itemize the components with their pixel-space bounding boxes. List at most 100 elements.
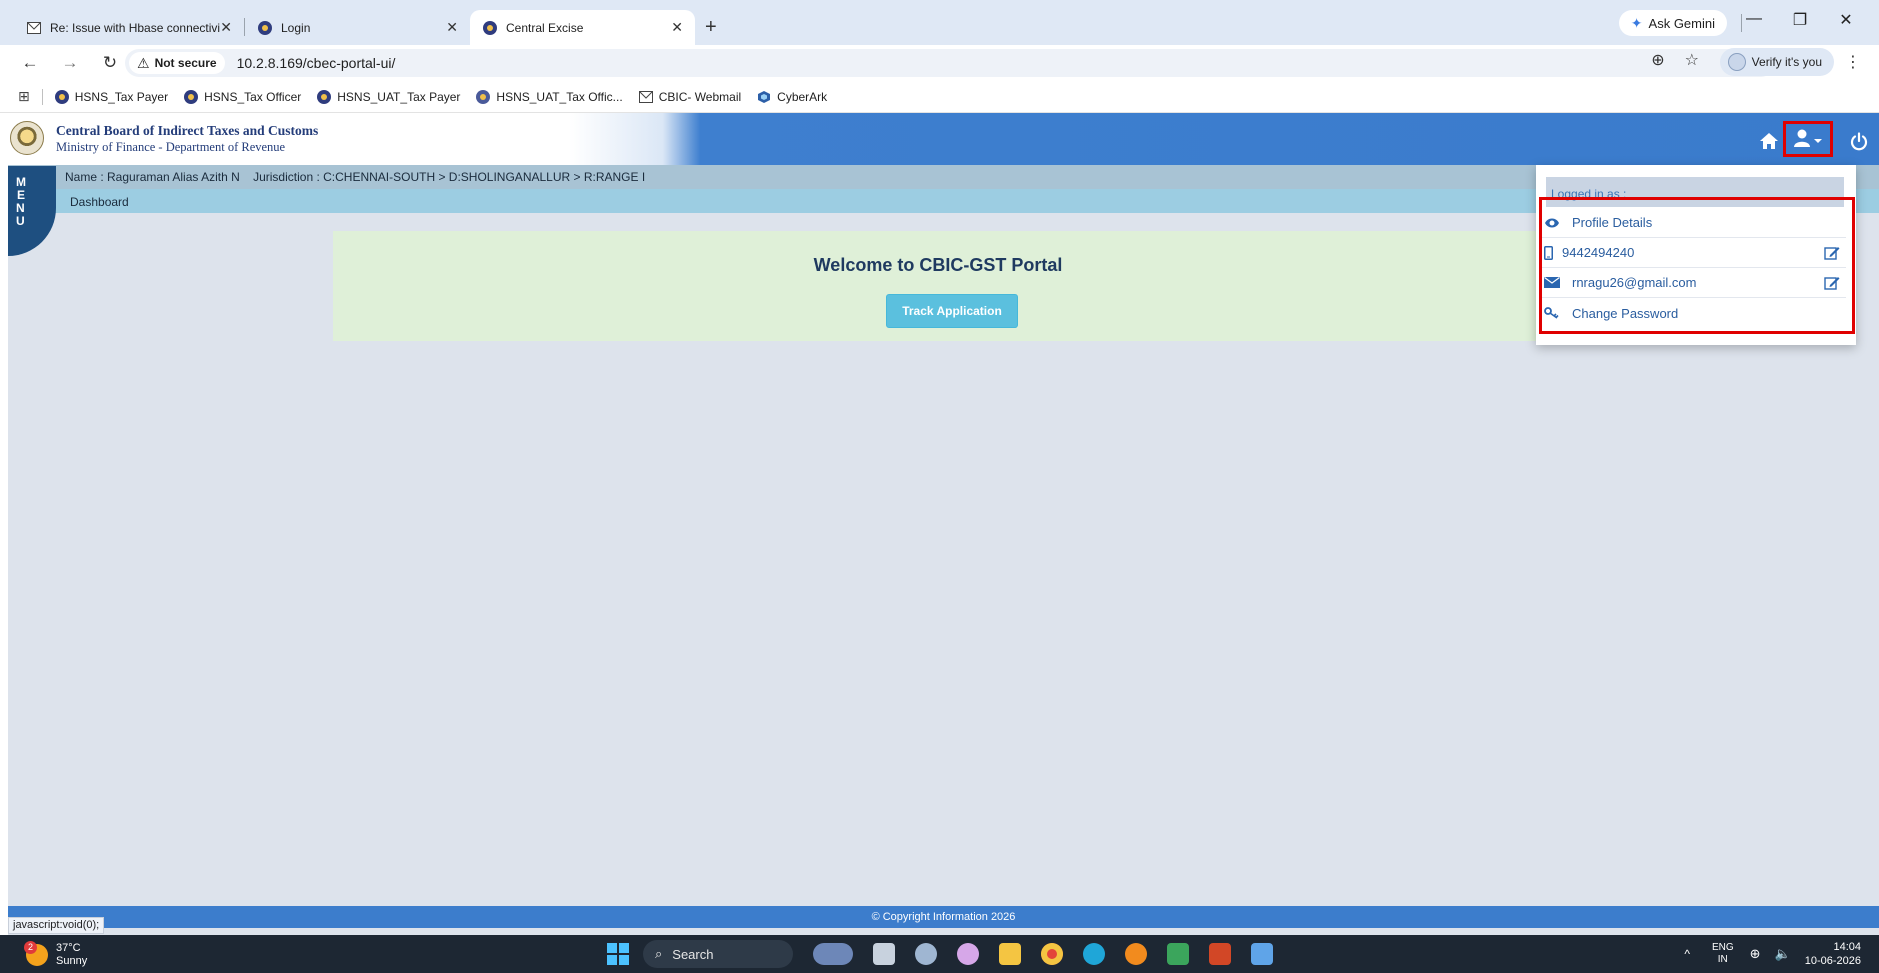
sun-icon: 2 [24,941,48,966]
back-arrow-icon[interactable]: ← [20,53,40,73]
weather-widget[interactable]: 2 37°C Sunny [24,941,87,968]
notification-badge: 2 [24,941,37,954]
close-tab-icon[interactable]: ✕ [220,19,232,36]
jurisdiction: Jurisdiction : C:CHENNAI-SOUTH > D:SHOLI… [253,170,646,184]
bookmark-item[interactable]: HSNS_Tax Officer [184,89,302,104]
excel-app-icon[interactable] [1167,943,1189,965]
bookmarks-divider [41,88,43,105]
browser-tab-central-excise[interactable]: Central Excise ✕ [470,10,695,45]
not-secure-label: Not secure [154,56,217,70]
network-icon[interactable]: ⊕ [1750,946,1761,962]
clock[interactable]: 14:04 10-06-2026 [1805,940,1861,968]
zoom-icon[interactable]: ⊕ [1651,50,1664,70]
bookmark-label: CyberArk [777,89,828,104]
breadcrumb-dashboard[interactable]: Dashboard [70,195,129,209]
user-icon [1794,129,1822,147]
close-tab-icon[interactable]: ✕ [671,19,683,36]
clock-time: 14:04 [1833,941,1861,953]
bookmark-item[interactable]: HSNS_UAT_Tax Payer [317,89,460,104]
edit-email-icon[interactable] [1824,276,1840,290]
emblem-icon [184,89,199,104]
task-view-icon[interactable] [873,943,895,965]
new-tab-button[interactable]: + [705,16,717,39]
profile-details-label: Profile Details [1572,215,1653,230]
search-label: Search [672,946,714,962]
copilot-app-icon[interactable] [957,943,979,965]
address-toolbar: ← → ↻ ⚠ Not secure 10.2.8.169/cbec-porta… [0,45,1879,81]
emblem-icon [482,20,498,36]
edge-browser-icon[interactable] [1083,943,1105,965]
mobile-number-item[interactable]: 9442494240 [1542,238,1846,268]
bookmark-star-icon[interactable]: ☆ [1685,50,1699,70]
taskbar-search[interactable]: ⌕ Search [643,940,793,968]
chrome-browser-icon[interactable] [1041,943,1063,965]
security-indicator[interactable]: ⚠ Not secure [129,52,225,74]
file-explorer-icon[interactable] [999,943,1021,965]
notepad-app-icon[interactable] [1251,943,1273,965]
volume-icon[interactable]: 🔈 [1775,946,1791,962]
edit-mobile-icon[interactable] [1824,246,1840,260]
tab-title: Re: Issue with Hbase connectivi [50,20,221,35]
profile-details-item[interactable]: Profile Details [1542,208,1846,238]
minimize-icon[interactable]: — [1731,10,1777,30]
profile-avatar-icon [1727,53,1746,71]
browser-tab-mail[interactable]: Re: Issue with Hbase connectivi ✕ [14,10,244,45]
bookmark-item[interactable]: HSNS_UAT_Tax Offic... [476,89,623,104]
bookmark-item[interactable]: HSNS_Tax Payer [54,89,169,104]
cyberark-icon [757,90,771,104]
omnibox-actions: ⊕ ☆ [1651,50,1699,70]
email-item[interactable]: rnragu26@gmail.com [1542,268,1846,298]
mail-icon [638,90,653,104]
home-icon[interactable] [1759,132,1779,150]
menu-letter: U [16,214,25,228]
welcome-panel: Welcome to CBIC-GST Portal Track Applica… [333,231,1543,341]
key-icon [1542,307,1562,319]
bookmark-item[interactable]: CBIC- Webmail [638,90,741,104]
clock-date: 10-06-2026 [1804,955,1861,967]
address-bar[interactable]: ⚠ Not secure 10.2.8.169/cbec-portal-ui/ [125,49,1775,77]
restore-icon[interactable]: ❐ [1777,10,1823,30]
apps-grid-icon[interactable]: ⊞ [18,88,30,105]
reload-icon[interactable]: ↻ [100,53,120,73]
language-indicator[interactable]: ENG IN [1712,942,1734,966]
bookmark-label: HSNS_Tax Payer [74,89,169,104]
windows-taskbar: 2 37°C Sunny ⌕ Search ^ ENG IN ⊕ 🔈 14:04… [0,935,1879,973]
gemini-spark-icon: ✦ [1630,14,1643,31]
browser-tab-login[interactable]: Login ✕ [245,10,470,45]
org-subtitle: Ministry of Finance - Department of Reve… [56,140,286,154]
firefox-browser-icon[interactable] [1125,943,1147,965]
url-text[interactable]: 10.2.8.169/cbec-portal-ui/ [237,55,396,71]
more-options-icon[interactable]: ⋮ [1845,52,1861,72]
powerpoint-app-icon[interactable] [1209,943,1231,965]
emblem-icon [317,89,332,104]
chevron-up-icon[interactable]: ^ [1684,947,1690,961]
ask-gemini-label: Ask Gemini [1648,15,1715,31]
change-password-item[interactable]: Change Password [1542,298,1846,328]
ask-gemini-button[interactable]: ✦ Ask Gemini [1618,10,1727,36]
temperature: 37°C [56,942,81,954]
windows-start-icon[interactable] [607,943,629,965]
close-window-icon[interactable]: ✕ [1823,10,1869,30]
emblem-icon [54,89,69,104]
warning-triangle-icon: ⚠ [137,54,150,71]
eye-icon [1542,217,1562,229]
power-logout-icon[interactable] [1849,132,1869,152]
user-menu-button[interactable] [1783,121,1833,157]
mail-icon [26,20,42,36]
portal-header: Central Board of Indirect Taxes and Cust… [8,113,1879,165]
bookmark-item[interactable]: CyberArk [757,90,827,104]
widgets-app-icon[interactable] [813,943,853,965]
region-code: IN [1717,954,1728,965]
settings-gear-icon[interactable] [915,943,937,965]
close-tab-icon[interactable]: ✕ [446,19,458,36]
footer: © Copyright Information 2026 [8,906,1879,928]
emblem-icon [476,89,491,104]
bookmark-label: HSNS_Tax Officer [204,89,302,104]
tab-title: Central Excise [506,20,584,35]
browser-tab-strip: Re: Issue with Hbase connectivi ✕ Login … [0,0,1879,45]
side-menu-toggle[interactable]: M E N U [8,166,56,256]
verify-profile-button[interactable]: Verify it's you [1719,48,1834,76]
forward-arrow-icon[interactable]: → [60,53,80,73]
system-tray: ^ ENG IN ⊕ 🔈 14:04 10-06-2026 [1684,940,1861,968]
track-application-button[interactable]: Track Application [886,294,1018,328]
